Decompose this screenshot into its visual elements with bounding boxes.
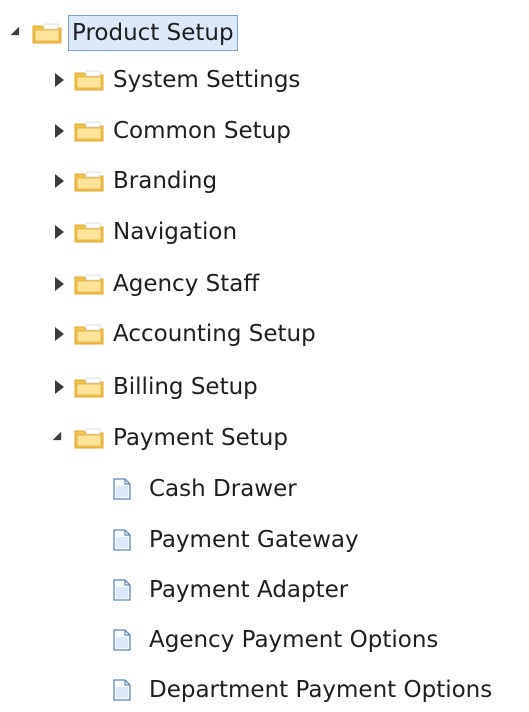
- tree-leaf-label: Department Payment Options: [149, 677, 493, 703]
- expand-triangle-icon[interactable]: [50, 223, 68, 241]
- tree-node-label: Billing Setup: [113, 374, 258, 400]
- tree-node-label: Payment Setup: [113, 425, 288, 451]
- folder-icon: [32, 19, 68, 47]
- tree-node-label: Product Setup: [68, 15, 238, 51]
- tree-node-payment-setup[interactable]: Payment Setup: [50, 416, 291, 460]
- tree-node-label: Common Setup: [113, 118, 291, 144]
- folder-icon: [74, 373, 110, 401]
- tree-leaf-department-payment-options[interactable]: Department Payment Options: [110, 668, 495, 712]
- page-icon: [110, 626, 146, 654]
- tree-leaf-payment-adapter[interactable]: Payment Adapter: [110, 568, 351, 612]
- tree-node-label: Branding: [113, 168, 218, 194]
- tree-node-label: Navigation: [113, 219, 238, 245]
- tree-node-accounting-setup[interactable]: Accounting Setup: [50, 312, 319, 356]
- folder-icon: [74, 270, 110, 298]
- tree-node-billing-setup[interactable]: Billing Setup: [50, 365, 261, 409]
- expand-triangle-icon[interactable]: [50, 122, 68, 140]
- tree-node-label: Agency Staff: [113, 271, 260, 297]
- tree-node-label: System Settings: [113, 67, 301, 93]
- folder-icon: [74, 66, 110, 94]
- folder-icon: [74, 424, 110, 452]
- expand-triangle-icon[interactable]: [50, 71, 68, 89]
- tree-node-navigation[interactable]: Navigation: [50, 210, 240, 254]
- tree-leaf-label: Agency Payment Options: [149, 627, 439, 653]
- tree-node-agency-staff[interactable]: Agency Staff: [50, 262, 262, 306]
- tree-leaf-label: Payment Adapter: [149, 577, 349, 603]
- expand-triangle-icon[interactable]: [50, 275, 68, 293]
- tree-leaf-cash-drawer[interactable]: Cash Drawer: [110, 467, 300, 511]
- tree-node-product-setup[interactable]: Product Setup: [8, 11, 238, 55]
- tree-leaf-label: Payment Gateway: [149, 527, 359, 553]
- page-icon: [110, 526, 146, 554]
- tree-node-label: Accounting Setup: [113, 321, 316, 347]
- expand-triangle-icon[interactable]: [50, 325, 68, 343]
- folder-icon: [74, 218, 110, 246]
- tree-node-system-settings[interactable]: System Settings: [50, 58, 303, 102]
- page-icon: [110, 576, 146, 604]
- tree-leaf-agency-payment-options[interactable]: Agency Payment Options: [110, 618, 441, 662]
- folder-icon: [74, 117, 110, 145]
- tree-node-branding[interactable]: Branding: [50, 159, 220, 203]
- tree-node-common-setup[interactable]: Common Setup: [50, 109, 294, 153]
- page-icon: [110, 475, 146, 503]
- folder-icon: [74, 320, 110, 348]
- collapse-triangle-icon[interactable]: [50, 429, 68, 447]
- product-setup-tree: Product Setup System Settings Common Set…: [0, 0, 529, 704]
- page-icon: [110, 676, 146, 704]
- folder-icon: [74, 167, 110, 195]
- collapse-triangle-icon[interactable]: [8, 24, 26, 42]
- expand-triangle-icon[interactable]: [50, 378, 68, 396]
- tree-leaf-label: Cash Drawer: [149, 476, 297, 502]
- tree-leaf-payment-gateway[interactable]: Payment Gateway: [110, 518, 362, 562]
- expand-triangle-icon[interactable]: [50, 172, 68, 190]
